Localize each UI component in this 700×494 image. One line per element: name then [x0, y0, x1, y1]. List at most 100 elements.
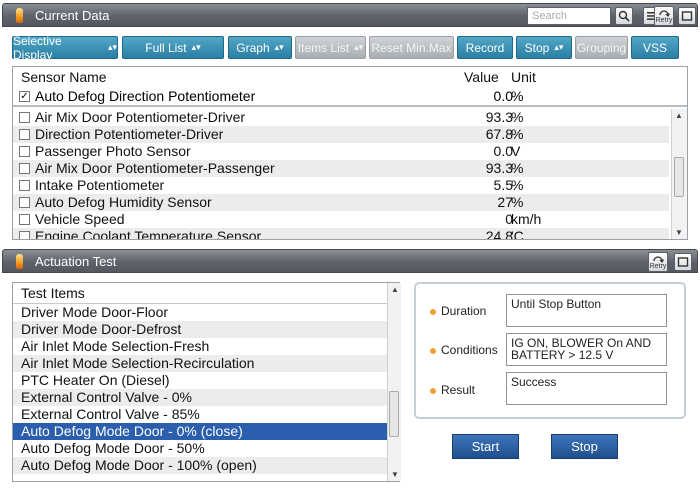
test-item[interactable]: External Control Valve - 85% [13, 406, 387, 423]
pinned-sensor-row[interactable]: ✓ Auto Defog Direction Potentiometer 0.0… [13, 88, 687, 107]
bullet-icon [430, 308, 436, 315]
full-list-dropdown[interactable]: Full List ▴▾ [122, 36, 224, 59]
test-item[interactable]: External Control Valve - 0% [13, 389, 387, 406]
stop-dropdown-label: Stop [524, 40, 550, 55]
test-items-scrollbar[interactable]: ▲ ▼ [387, 283, 401, 481]
maximize-icon[interactable] [678, 7, 696, 25]
checkbox[interactable] [19, 146, 30, 157]
checkbox[interactable] [19, 214, 30, 225]
sensor-row[interactable]: Air Mix Door Potentiometer-Driver 93.3% [13, 109, 669, 126]
sensor-value: 24.8 [485, 228, 513, 239]
flame-icon [16, 254, 23, 269]
sensor-name: Direction Potentiometer-Driver [35, 126, 224, 142]
conditions-value: IG ON, BLOWER On AND BATTERY > 12.5 V [506, 333, 667, 366]
scrollbar-thumb[interactable] [389, 391, 399, 437]
sensor-name: Auto Defog Direction Potentiometer [35, 88, 256, 104]
sensor-unit: km/h [511, 211, 542, 227]
test-item[interactable]: PTC Heater On (Diesel) [13, 372, 387, 389]
record-button[interactable]: Record [457, 36, 513, 59]
sensor-name: Air Mix Door Potentiometer-Passenger [35, 160, 275, 176]
retry-icon[interactable]: Retry [654, 6, 674, 26]
test-item[interactable]: Driver Mode Door-Defrost [13, 321, 387, 338]
sensor-name: Air Mix Door Potentiometer-Driver [35, 109, 246, 125]
duration-value: Until Stop Button [506, 294, 667, 327]
sensor-unit: % [511, 160, 524, 176]
sensor-row[interactable]: Passenger Photo Sensor 0.0 V [13, 143, 669, 160]
checkbox[interactable] [19, 231, 30, 239]
maximize-icon[interactable] [674, 253, 692, 271]
conditions-label: Conditions [430, 343, 498, 357]
sensor-unit: 'C [511, 228, 524, 239]
flame-icon [16, 8, 23, 23]
sensor-unit: % [511, 177, 524, 193]
scroll-down-icon[interactable]: ▼ [388, 470, 402, 479]
checkbox[interactable] [19, 180, 30, 191]
items-list-dropdown[interactable]: Items List ▴▾ [295, 36, 366, 59]
checkbox[interactable] [19, 197, 30, 208]
test-item[interactable]: Air Inlet Mode Selection-Recirculation [13, 355, 387, 372]
test-info-panel: Duration Until Stop Button Conditions IG… [414, 282, 686, 419]
selective-display-dropdown[interactable]: Selective Display ▴▾ [12, 33, 118, 62]
duration-label: Duration [430, 304, 486, 318]
reset-minmax-button[interactable]: Reset Min.Max [369, 36, 454, 59]
sensor-unit: % [511, 109, 524, 125]
retry-icon[interactable]: Retry [648, 252, 668, 272]
vss-button[interactable]: VSS [631, 36, 679, 59]
sensor-name: Intake Potentiometer [35, 177, 165, 193]
retry-icon-label: Retry [649, 262, 667, 270]
sensor-scrollbar[interactable]: ▲ ▼ [671, 109, 687, 239]
stop-button[interactable]: Stop [551, 434, 618, 459]
checkbox[interactable] [19, 163, 30, 174]
test-item[interactable]: Air Inlet Mode Selection-Fresh [13, 338, 387, 355]
conditions-label-text: Conditions [441, 343, 498, 357]
checkbox[interactable] [19, 129, 30, 140]
scroll-up-icon[interactable]: ▲ [388, 285, 402, 294]
sensor-row[interactable]: Engine Coolant Temperature Sensor 24.8 'C [13, 228, 669, 239]
retry-icon-label: Retry [655, 16, 673, 24]
bullet-icon [430, 387, 436, 394]
sensor-row[interactable]: Air Mix Door Potentiometer-Passenger 93.3… [13, 160, 669, 177]
result-value: Success [506, 372, 667, 405]
sensor-row[interactable]: Vehicle Speed 0 km/h [13, 211, 669, 228]
stop-dropdown[interactable]: Stop ▴▾ [516, 36, 572, 59]
sensor-row[interactable]: Intake Potentiometer 5.5% [13, 177, 669, 194]
test-item[interactable]: Driver Mode Door-Floor [13, 304, 387, 321]
search-input[interactable]: Search [527, 7, 611, 25]
test-item[interactable]: Auto Defog Mode Door - 100% (open) [13, 457, 387, 474]
sensor-row[interactable]: Auto Defog Humidity Sensor 27% [13, 194, 669, 211]
test-items-list: Test Items Driver Mode Door-Floor Driver… [12, 282, 401, 482]
search-icon[interactable] [615, 7, 633, 25]
graph-dropdown[interactable]: Graph ▴▾ [228, 36, 292, 59]
sensor-unit: % [511, 126, 524, 142]
items-list-label: Items List [297, 40, 350, 55]
graph-label: Graph [236, 40, 270, 55]
sensor-row[interactable]: Direction Potentiometer-Driver 67.8% [13, 126, 669, 143]
current-data-toolbar: Selective Display ▴▾ Full List ▴▾ Graph ▴▾ … [2, 32, 698, 62]
updown-arrow-icon: ▴▾ [274, 42, 284, 52]
selective-display-label: Selective Display [13, 33, 62, 62]
checkbox[interactable] [19, 112, 30, 123]
actuation-test-title: Actuation Test [35, 254, 117, 269]
sensor-unit: % [511, 88, 524, 104]
current-data-titlebar: Current Data Search Retry [2, 3, 698, 27]
test-item-selected[interactable]: Auto Defog Mode Door - 0% (close) [13, 423, 387, 440]
scroll-down-icon[interactable]: ▼ [672, 228, 686, 237]
sensor-value: 93.3 [485, 160, 513, 176]
sensor-name: Auto Defog Humidity Sensor [35, 194, 212, 210]
start-button[interactable]: Start [452, 434, 519, 459]
test-items-header: Test Items [21, 285, 85, 301]
checkbox-checked[interactable]: ✓ [19, 91, 30, 102]
column-unit: Unit [511, 69, 536, 85]
updown-arrow-icon: ▴▾ [554, 42, 564, 52]
sensor-table-header: Sensor Name Value Unit [13, 67, 687, 87]
scrollbar-thumb[interactable] [674, 157, 684, 197]
updown-arrow-icon: ▴▾ [107, 42, 117, 52]
scroll-up-icon[interactable]: ▲ [672, 111, 686, 120]
sensor-name: Engine Coolant Temperature Sensor [35, 228, 262, 239]
current-data-title: Current Data [35, 8, 110, 23]
test-item[interactable]: Auto Defog Mode Door - 50% [13, 440, 387, 457]
updown-arrow-icon: ▴▾ [191, 42, 201, 52]
result-label-text: Result [441, 383, 476, 397]
grouping-button[interactable]: Grouping [575, 36, 628, 59]
full-list-label: Full List [145, 40, 187, 55]
